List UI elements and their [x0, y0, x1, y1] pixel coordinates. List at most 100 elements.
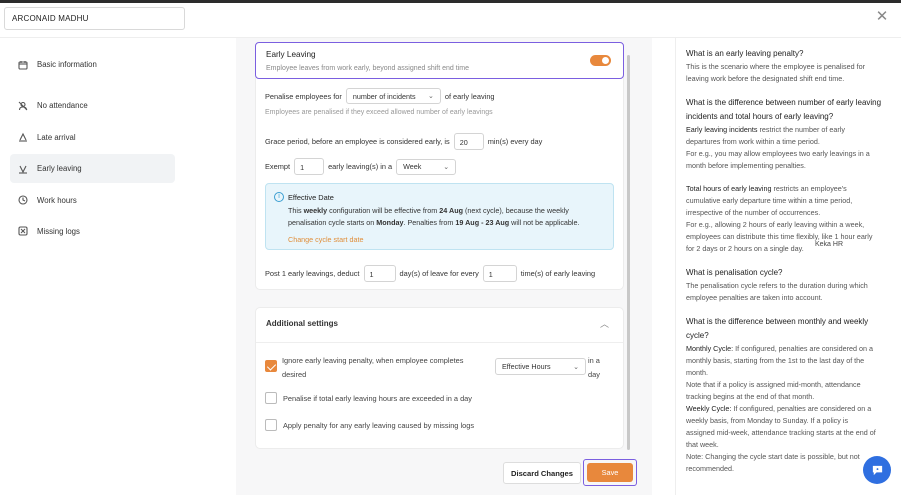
help-question: What is an early leaving penalty?: [686, 49, 804, 58]
penalise-row: Penalise employees for number of inciden…: [265, 88, 495, 104]
penalise-total-hours-checkbox[interactable]: [265, 392, 277, 404]
info-text: will not be applicable.: [509, 218, 580, 227]
keka-hr-watermark: Keka HR: [815, 241, 844, 248]
chat-button[interactable]: [863, 456, 891, 484]
help-question: What is the difference between number of…: [686, 98, 882, 107]
info-body: This weekly configuration will be effect…: [288, 205, 608, 229]
sidebar-item-label: Early leaving: [37, 164, 82, 174]
deduct-label: Post 1 early leavings, deduct: [265, 269, 360, 278]
grace-label: Grace period, before an employee is cons…: [265, 137, 450, 146]
help-answer: Note: Changing the cycle start date is p…: [686, 452, 860, 461]
info-date-range: 19 Aug - 23 Aug: [455, 218, 510, 227]
info-text: . Penalties from: [403, 218, 456, 227]
help-term: Early leaving incidents: [686, 125, 758, 134]
save-button[interactable]: Save: [587, 463, 633, 482]
help-answer: This is the scenario where the employee …: [686, 62, 865, 71]
scrollbar[interactable]: [627, 55, 630, 450]
help-answer: monthly basis, starting from the 1st to …: [686, 356, 865, 365]
help-question: What is penalisation cycle?: [686, 268, 783, 277]
close-icon[interactable]: ✕: [875, 9, 889, 24]
sidebar-item-basic-information[interactable]: Basic information: [10, 50, 175, 79]
deduct-suffix: time(s) of early leaving: [520, 269, 596, 278]
sidebar-item-missing-logs[interactable]: Missing logs: [10, 217, 175, 246]
missing-logs-penalty-checkbox[interactable]: [265, 419, 277, 431]
exempt-row: Exempt 1 early leaving(s) in a Week ⌄: [265, 158, 460, 175]
help-text: restrict the number of early: [757, 125, 846, 134]
sidebar-item-label: No attendance: [37, 101, 88, 111]
penalise-label: Penalise employees for: [265, 91, 342, 101]
effective-hours-value: Effective Hours: [502, 362, 551, 371]
info-text: This: [288, 206, 304, 215]
info-effective-date: 24 Aug: [439, 206, 463, 215]
effective-hours-select[interactable]: Effective Hours ⌄: [495, 358, 586, 375]
help-text: If configured, penalties are considered …: [733, 344, 873, 353]
early-leaving-title: Early Leaving: [266, 50, 316, 59]
early-leaving-subtitle: Employee leaves from work early, beyond …: [266, 65, 469, 72]
help-answer: The penalisation cycle refers to the dur…: [686, 281, 868, 290]
help-answer: For e.g., you may allow employees two ea…: [686, 149, 870, 158]
penalise-note: Employees are penalised if they exceed a…: [265, 109, 493, 116]
help-answer: cumulative early departure time within a…: [686, 196, 853, 205]
sidebar-item-label: Basic information: [37, 60, 97, 69]
help-term: Total hours of early leaving: [686, 184, 772, 193]
exempt-period-select[interactable]: Week ⌄: [396, 158, 457, 175]
penalise-total-hours-label: Penalise if total early leaving hours ar…: [283, 394, 472, 403]
help-answer: Note that if a policy is assigned mid-mo…: [686, 380, 861, 389]
help-divider: [675, 38, 676, 495]
no-attendance-icon: [18, 101, 28, 111]
early-leaving-toggle[interactable]: [590, 55, 611, 66]
help-question: What is the difference between monthly a…: [686, 317, 869, 326]
penalise-type-select[interactable]: number of incidents ⌄: [345, 88, 441, 104]
help-answer: recommended.: [686, 464, 734, 473]
info-icon: i: [274, 192, 284, 202]
work-hours-icon: [18, 195, 28, 205]
sidebar-item-early-leaving[interactable]: Early leaving: [10, 154, 175, 184]
chevron-up-icon[interactable]: ︿: [600, 317, 609, 330]
exempt-count-input[interactable]: 1: [294, 158, 325, 175]
ignore-penalty-line1: Ignore early leaving penalty, when emplo…: [282, 356, 464, 365]
help-answer: employees can distribute this time flexi…: [686, 232, 873, 241]
chevron-down-icon: ⌄: [573, 363, 579, 371]
in-a-label: in a: [588, 356, 600, 365]
sidebar-item-work-hours[interactable]: Work hours: [10, 186, 175, 215]
help-answer: Early leaving incidents restrict the num…: [686, 124, 890, 136]
sidebar-item-no-attendance[interactable]: No attendance: [10, 91, 175, 120]
ignore-penalty-label: Ignore early leaving penalty, when emplo…: [282, 355, 463, 380]
employee-name-field[interactable]: ARCONAID MADHU: [4, 7, 185, 30]
chat-icon: [872, 465, 882, 475]
penalise-suffix: of early leaving: [444, 91, 495, 101]
help-answer: for 2 days or 2 hours on a single day.: [686, 244, 804, 253]
deduct-every-input[interactable]: 1: [482, 265, 517, 282]
ignore-penalty-checkbox[interactable]: [265, 360, 277, 372]
help-answer: Weekly Cycle: If configured, penalties a…: [686, 403, 890, 415]
help-term: Monthly Cycle:: [686, 344, 734, 353]
discard-changes-button[interactable]: Discard Changes: [503, 462, 581, 484]
sidebar: Basic information No attendance Late arr…: [10, 50, 175, 248]
ignore-penalty-line2: desired: [282, 370, 307, 379]
help-text: restricts an employee's: [771, 184, 847, 193]
help-answer: employee penalties are taken into accoun…: [686, 293, 823, 302]
additional-settings-title: Additional settings: [266, 319, 338, 328]
late-arrival-icon: [18, 132, 28, 142]
help-question: cycle?: [686, 331, 709, 340]
info-title: Effective Date: [288, 193, 334, 202]
deduct-days-input[interactable]: 1: [363, 265, 396, 282]
help-answer: month.: [686, 368, 708, 377]
sidebar-item-label: Work hours: [37, 195, 77, 205]
chevron-down-icon: ⌄: [427, 93, 434, 100]
help-answer: that week.: [686, 440, 719, 449]
missing-logs-penalty-label: Apply penalty for any early leaving caus…: [283, 421, 475, 430]
missing-logs-icon: [18, 226, 28, 237]
sidebar-item-late-arrival[interactable]: Late arrival: [10, 123, 175, 152]
help-answer: weekly basis, from Monday to Sunday. If …: [686, 416, 849, 425]
deduct-mid-label: day(s) of leave for every: [399, 269, 479, 278]
help-answer: assigned mid-week, attendance tracking s…: [686, 428, 876, 437]
grace-row: Grace period, before an employee is cons…: [265, 133, 542, 150]
calendar-icon: [18, 60, 28, 70]
grace-period-input[interactable]: 20: [453, 133, 484, 150]
penalise-type-value: number of incidents: [352, 91, 416, 101]
info-text: configuration will be effective from: [327, 206, 440, 215]
change-cycle-start-date-link[interactable]: Change cycle start date: [288, 235, 364, 244]
info-text: (next cycle), because the weekly: [463, 206, 569, 215]
exempt-period-value: Week: [403, 162, 422, 171]
